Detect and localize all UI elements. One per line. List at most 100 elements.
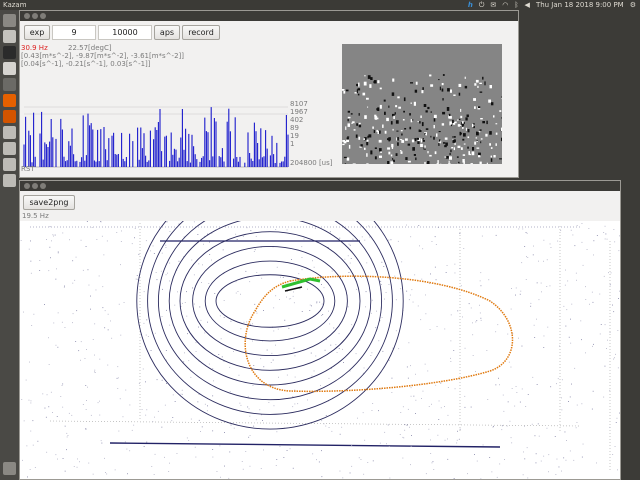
- map-point: [515, 294, 516, 296]
- map-point: [515, 287, 517, 289]
- map-point: [325, 425, 327, 427]
- event-pixel: [411, 139, 415, 143]
- exposure-value-field[interactable]: 10000: [98, 25, 152, 40]
- app-icon-a[interactable]: [3, 126, 16, 139]
- app-icon-d[interactable]: [3, 174, 16, 187]
- aps-button[interactable]: aps: [154, 25, 180, 40]
- map-point: [550, 386, 552, 388]
- map-point: [603, 396, 605, 398]
- map-point: [534, 435, 536, 437]
- bluetooth-icon[interactable]: ᛒ: [514, 0, 518, 10]
- map-point: [200, 431, 201, 432]
- event-pixel: [345, 89, 349, 92]
- map-point: [246, 321, 248, 323]
- map-point: [421, 398, 422, 399]
- map-point: [92, 473, 94, 475]
- dash-icon[interactable]: [3, 14, 16, 27]
- map-point: [311, 375, 313, 377]
- map-point: [198, 326, 199, 328]
- map-point: [131, 243, 133, 245]
- event-pixel: [448, 113, 451, 117]
- power-icon[interactable]: ⏻: [479, 0, 485, 10]
- map-point: [535, 453, 537, 455]
- map-point: [617, 367, 619, 369]
- event-pixel: [450, 89, 452, 93]
- text-editor-icon[interactable]: [3, 62, 16, 75]
- event-pixel: [458, 161, 460, 164]
- map-point: [182, 302, 183, 304]
- mail-icon[interactable]: ✉: [490, 0, 496, 10]
- map-point: [124, 441, 126, 443]
- event-pixel: [422, 87, 424, 90]
- event-pixel: [482, 121, 485, 124]
- map-point: [30, 400, 32, 402]
- histogram-axis-label: 1: [290, 140, 295, 148]
- gear-icon[interactable]: ⚙: [630, 0, 636, 10]
- event-pixel: [351, 122, 353, 124]
- exp-button[interactable]: exp: [24, 25, 50, 40]
- map-point: [85, 246, 87, 247]
- event-pixel: [427, 151, 429, 154]
- map-point: [522, 228, 524, 230]
- maximize-icon-2[interactable]: [40, 183, 46, 189]
- firefox-icon[interactable]: [3, 94, 16, 107]
- map-point: [194, 446, 196, 448]
- map-point: [129, 450, 131, 452]
- minimize-icon-2[interactable]: [32, 183, 38, 189]
- map-point: [224, 432, 225, 433]
- map-point: [339, 237, 341, 239]
- map-point: [400, 412, 402, 413]
- trash-icon[interactable]: [3, 462, 16, 475]
- map-point: [385, 292, 387, 293]
- map-point: [430, 273, 431, 275]
- map-point: [28, 399, 30, 401]
- close-icon[interactable]: [24, 13, 30, 19]
- settings-icon[interactable]: [3, 78, 16, 91]
- map-point: [228, 477, 230, 479]
- accelerometer-label: [0.43[m*s^-2], -9.87[m*s^-2], -3.61[m*s^…: [21, 52, 184, 60]
- event-pixel: [480, 141, 482, 144]
- wifi-icon[interactable]: ◠: [502, 0, 508, 10]
- maximize-icon[interactable]: [40, 13, 46, 19]
- event-pixel: [467, 146, 469, 149]
- map-point: [472, 322, 473, 324]
- map-point: [570, 342, 572, 344]
- event-pixel: [460, 132, 462, 135]
- map-point: [46, 394, 48, 396]
- event-pixel: [414, 89, 418, 93]
- map-point: [592, 345, 593, 347]
- event-pixel: [388, 105, 390, 108]
- map-point: [46, 451, 48, 453]
- map-point: [107, 364, 109, 366]
- app-icon-b[interactable]: [3, 142, 16, 155]
- map-point: [438, 400, 440, 402]
- map-point: [569, 396, 571, 398]
- map-point: [557, 378, 559, 380]
- volume-icon[interactable]: ◀: [525, 0, 530, 10]
- save2png-button[interactable]: save2png: [23, 195, 75, 210]
- map-point: [518, 337, 519, 339]
- event-pixel: [400, 151, 403, 154]
- close-icon-2[interactable]: [24, 183, 30, 189]
- map-point: [606, 238, 608, 240]
- terminal-icon[interactable]: [3, 46, 16, 59]
- map-point: [356, 288, 357, 290]
- minimize-icon[interactable]: [32, 13, 38, 19]
- hp-icon[interactable]: ℎ: [468, 0, 473, 10]
- event-pixel: [489, 131, 492, 135]
- map-point: [422, 248, 424, 250]
- firefox-icon-2[interactable]: [3, 110, 16, 123]
- clock[interactable]: Thu Jan 18 2018 9:00 PM: [536, 0, 624, 10]
- event-pixel: [458, 83, 462, 87]
- exp-value-field[interactable]: 9: [52, 25, 96, 40]
- event-pixel: [390, 121, 393, 125]
- record-button[interactable]: record: [182, 25, 220, 40]
- files-icon[interactable]: [3, 30, 16, 43]
- system-top-bar: Kazam ℎ ⏻ ✉ ◠ ᛒ ◀ Thu Jan 18 2018 9:00 P…: [0, 0, 640, 10]
- map-point: [344, 258, 346, 260]
- map-point: [57, 346, 59, 348]
- map-point: [459, 233, 461, 234]
- app-icon-c[interactable]: [3, 158, 16, 171]
- map-point: [33, 313, 35, 315]
- event-pixel: [415, 157, 417, 161]
